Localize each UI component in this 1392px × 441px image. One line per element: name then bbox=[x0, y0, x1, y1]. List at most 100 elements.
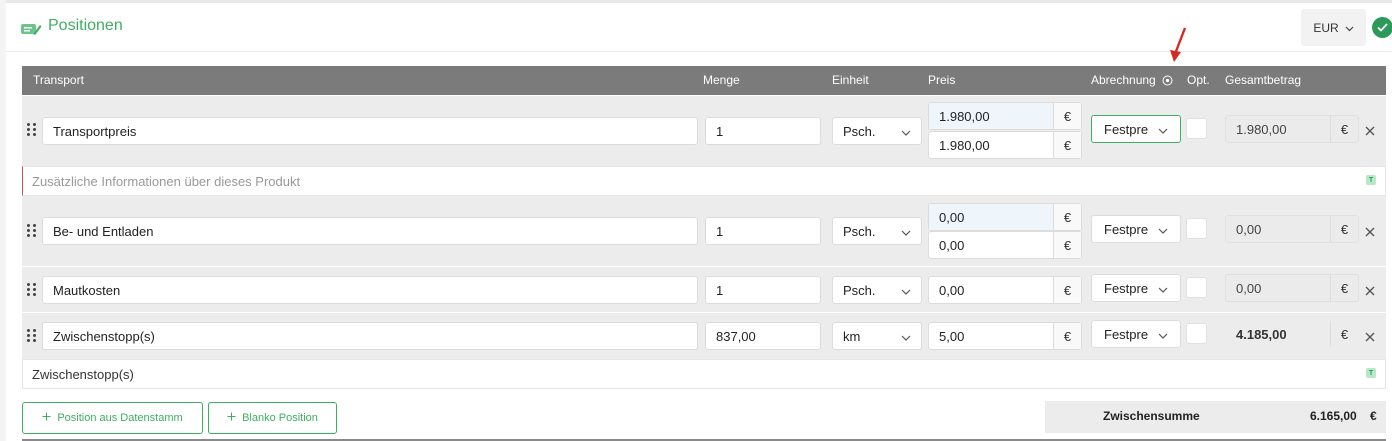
price-field[interactable]: 5,00 € bbox=[928, 322, 1082, 350]
quantity-input[interactable]: 1 bbox=[705, 117, 821, 145]
col-abrechnung: Abrechnung bbox=[1091, 73, 1156, 87]
unit-select-value: Psch. bbox=[843, 123, 876, 139]
sales-price-field[interactable]: 1.980,00 € bbox=[928, 131, 1082, 159]
currency-suffix: € bbox=[1053, 103, 1081, 129]
currency-suffix: € bbox=[1053, 323, 1081, 349]
sales-price-field[interactable]: 0,00 € bbox=[928, 231, 1082, 259]
table-row: Mautkosten 1 Psch. 0,00 € Festpre 0,00 € bbox=[22, 267, 1386, 312]
unit-select[interactable]: km bbox=[832, 322, 922, 350]
currency-label: EUR bbox=[1313, 20, 1339, 35]
chevron-down-icon bbox=[1158, 222, 1168, 237]
info-icon[interactable] bbox=[1162, 75, 1173, 89]
billing-select-value: Festpre bbox=[1104, 121, 1149, 137]
chevron-down-icon bbox=[1158, 281, 1168, 296]
billing-select[interactable]: Festpre bbox=[1091, 115, 1181, 143]
billing-select-value: Festpre bbox=[1104, 326, 1149, 342]
total-amount-field: 0,00 € bbox=[1225, 274, 1359, 302]
remove-row-icon[interactable] bbox=[1364, 285, 1376, 297]
billing-select-value: Festpre bbox=[1104, 221, 1149, 237]
billing-select[interactable]: Festpre bbox=[1091, 320, 1181, 348]
product-name-input[interactable]: Mautkosten bbox=[42, 276, 698, 304]
plus-icon bbox=[42, 412, 51, 424]
unit-select[interactable]: Psch. bbox=[832, 117, 922, 145]
table-row: Zwischenstopp(s) 837,00 km 5,00 € Festpr… bbox=[22, 313, 1386, 359]
currency-suffix: € bbox=[1053, 232, 1081, 258]
price-value: 0,00 bbox=[939, 282, 965, 298]
annotation-arrow-icon bbox=[1170, 27, 1187, 62]
product-info-input[interactable]: Zwischenstopp(s) T bbox=[22, 359, 1386, 389]
left-border bbox=[0, 0, 6, 441]
add-position-from-master-button[interactable]: Position aus Datenstamm bbox=[22, 402, 203, 434]
col-transport: Transport bbox=[33, 73, 84, 87]
drag-handle-icon[interactable] bbox=[27, 329, 37, 343]
remove-row-icon[interactable] bbox=[1364, 226, 1376, 238]
quantity-input[interactable]: 1 bbox=[705, 276, 821, 304]
quantity-input[interactable]: 837,00 bbox=[705, 322, 821, 350]
text-format-icon[interactable]: T bbox=[1366, 175, 1376, 185]
text-format-icon[interactable]: T bbox=[1366, 368, 1376, 378]
drag-handle-icon[interactable] bbox=[27, 123, 37, 137]
total-amount-value: 0,00 bbox=[1236, 221, 1262, 237]
add-blank-position-button[interactable]: Blanko Position bbox=[208, 402, 337, 434]
chevron-down-icon bbox=[1158, 122, 1168, 137]
unit-select-value: Psch. bbox=[843, 223, 876, 239]
add-position-from-master-label: Position aus Datenstamm bbox=[57, 412, 183, 424]
currency-suffix: € bbox=[1053, 204, 1081, 230]
billing-select-value: Festpre bbox=[1104, 280, 1149, 296]
page-title: Positionen bbox=[48, 17, 123, 34]
chevron-down-icon bbox=[901, 224, 911, 239]
optional-checkbox[interactable] bbox=[1186, 118, 1207, 139]
purchase-price-field[interactable]: 0,00 € bbox=[928, 203, 1082, 231]
check-icon[interactable] bbox=[1372, 17, 1392, 38]
unit-select-value: Psch. bbox=[843, 282, 876, 298]
total-amount-field: 1.980,00 € bbox=[1225, 115, 1359, 143]
product-info-input[interactable]: Zusätzliche Informationen über dieses Pr… bbox=[22, 166, 1386, 196]
edit-list-icon bbox=[20, 21, 42, 37]
subtotal-value: 6.165,00 bbox=[1310, 409, 1357, 423]
chevron-down-icon bbox=[901, 124, 911, 139]
product-name-input[interactable]: Zwischenstopp(s) bbox=[42, 322, 698, 350]
billing-select[interactable]: Festpre bbox=[1091, 274, 1181, 302]
currency-suffix: € bbox=[1053, 277, 1081, 303]
sales-price-value: 1.980,00 bbox=[939, 137, 990, 153]
total-amount-value: 4.185,00 bbox=[1236, 326, 1287, 342]
col-opt: Opt. bbox=[1187, 73, 1210, 87]
total-amount-value: 0,00 bbox=[1236, 280, 1262, 296]
remove-row-icon[interactable] bbox=[1364, 125, 1376, 137]
currency-suffix: € bbox=[1330, 216, 1358, 242]
product-info-text: Zwischenstopp(s) bbox=[32, 366, 134, 382]
product-info-placeholder: Zusätzliche Informationen über dieses Pr… bbox=[32, 173, 301, 189]
subtotal-label: Zwischensumme bbox=[1103, 409, 1200, 423]
add-blank-position-label: Blanko Position bbox=[242, 412, 318, 424]
chevron-down-icon bbox=[1158, 327, 1168, 342]
unit-select[interactable]: Psch. bbox=[832, 276, 922, 304]
product-name-input[interactable]: Transportpreis bbox=[42, 117, 698, 145]
billing-select[interactable]: Festpre bbox=[1091, 215, 1181, 243]
optional-checkbox[interactable] bbox=[1186, 323, 1207, 344]
currency-suffix: € bbox=[1053, 132, 1081, 158]
col-menge: Menge bbox=[703, 73, 740, 87]
drag-handle-icon[interactable] bbox=[27, 283, 37, 297]
optional-checkbox[interactable] bbox=[1186, 277, 1207, 298]
subtotal-bar: Zwischensumme 6.165,00 € bbox=[1045, 401, 1386, 433]
optional-checkbox[interactable] bbox=[1186, 218, 1207, 239]
quantity-input[interactable]: 1 bbox=[705, 217, 821, 245]
total-amount-field: 0,00 € bbox=[1225, 215, 1359, 243]
currency-select[interactable]: EUR bbox=[1301, 9, 1366, 46]
drag-handle-icon[interactable] bbox=[27, 224, 37, 238]
currency-suffix: € bbox=[1330, 116, 1358, 142]
sales-price-value: 0,00 bbox=[939, 237, 965, 253]
unit-select-value: km bbox=[843, 328, 861, 344]
unit-select[interactable]: Psch. bbox=[832, 217, 922, 245]
table-row: Transportpreis 1 Psch. 1.980,00 € 1.980,… bbox=[22, 96, 1386, 166]
price-field[interactable]: 0,00 € bbox=[928, 276, 1082, 304]
product-name-input[interactable]: Be- und Entladen bbox=[42, 217, 698, 245]
chevron-down-icon bbox=[901, 329, 911, 344]
total-amount-value: 1.980,00 bbox=[1236, 121, 1287, 137]
purchase-price-value: 1.980,00 bbox=[929, 103, 1053, 129]
currency-suffix: € bbox=[1330, 321, 1358, 347]
col-gesamtbetrag: Gesamtbetrag bbox=[1225, 73, 1302, 87]
price-value: 5,00 bbox=[939, 328, 965, 344]
purchase-price-field[interactable]: 1.980,00 € bbox=[928, 102, 1082, 130]
remove-row-icon[interactable] bbox=[1364, 331, 1376, 343]
